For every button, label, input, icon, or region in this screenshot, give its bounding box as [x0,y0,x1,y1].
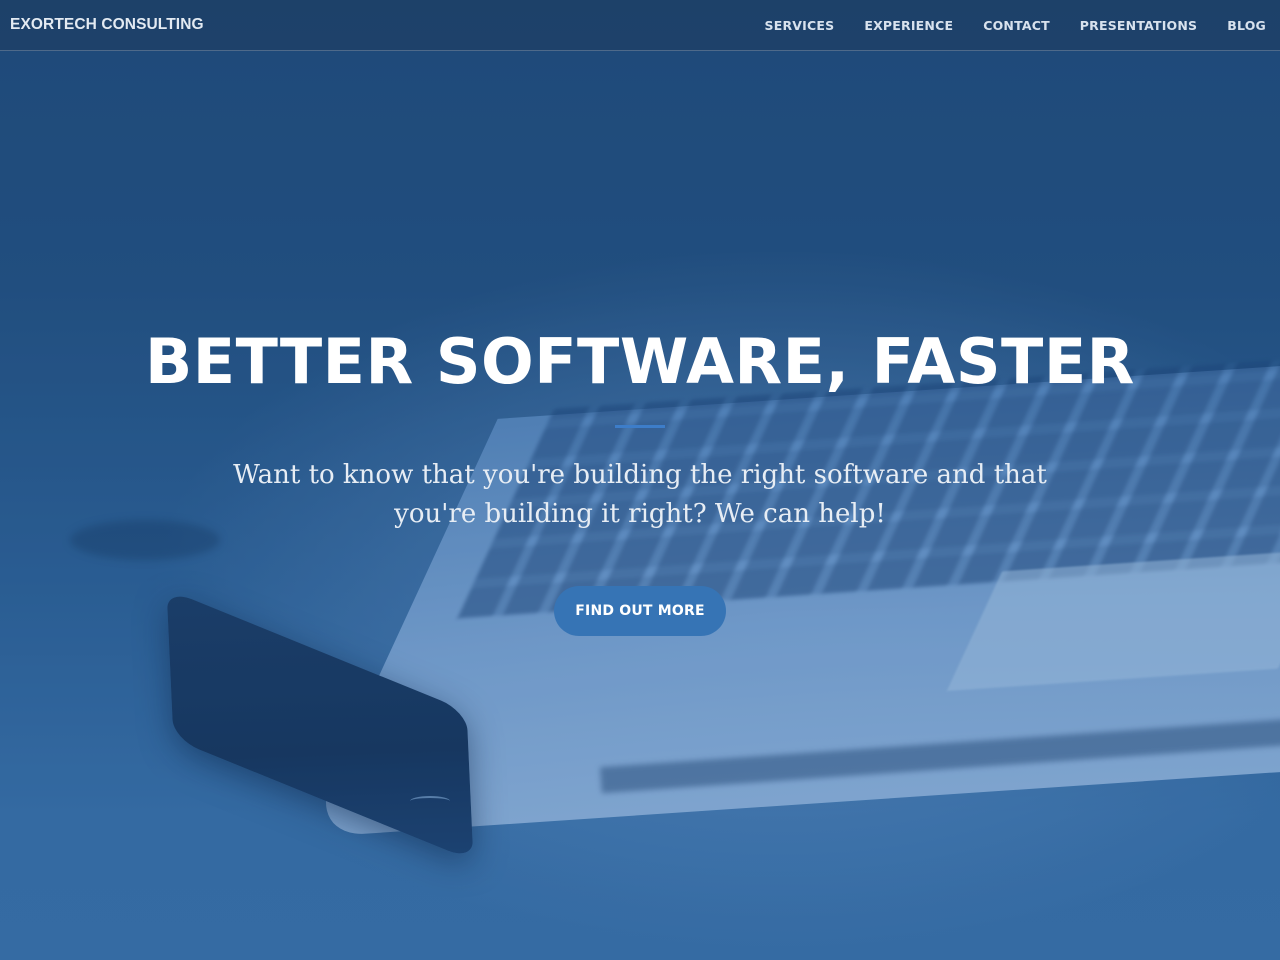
nav-links: SERVICES EXPERIENCE CONTACT PRESENTATION… [735,18,1266,33]
find-out-more-button[interactable]: FIND OUT MORE [554,586,726,636]
nav-link-blog[interactable]: BLOG [1227,18,1266,33]
hero-title: BETTER SOFTWARE, FASTER [145,325,1135,398]
hero-section: BETTER SOFTWARE, FASTER Want to know tha… [0,0,1280,960]
nav-link-experience[interactable]: EXPERIENCE [864,18,953,33]
nav-link-services[interactable]: SERVICES [765,18,835,33]
nav-link-presentations[interactable]: PRESENTATIONS [1080,18,1197,33]
brand-logo-link[interactable]: EXORTECH CONSULTING [10,16,204,34]
nav-link-contact[interactable]: CONTACT [983,18,1050,33]
hero-divider [615,425,665,428]
top-navbar: EXORTECH CONSULTING SERVICES EXPERIENCE … [0,0,1280,51]
hero-subtitle: Want to know that you're building the ri… [233,460,1047,529]
